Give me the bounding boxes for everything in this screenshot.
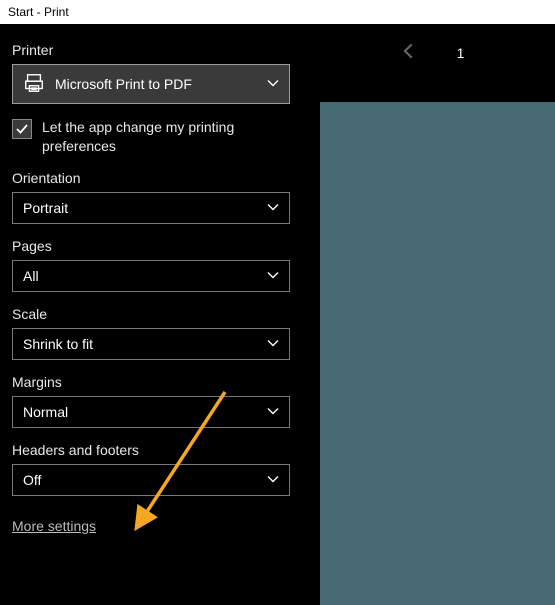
scale-selected-value: Shrink to fit (23, 336, 93, 352)
chevron-down-icon (267, 404, 279, 420)
margins-selected-value: Normal (23, 404, 68, 420)
print-preview (320, 102, 555, 605)
pages-label: Pages (12, 238, 298, 254)
printer-selected-value: Microsoft Print to PDF (55, 76, 192, 92)
app-change-prefs-label: Let the app change my printing preferenc… (42, 118, 290, 156)
printer-icon (23, 72, 45, 97)
prev-page-button[interactable] (401, 43, 417, 64)
scale-select[interactable]: Shrink to fit (12, 328, 290, 360)
orientation-selected-value: Portrait (23, 200, 68, 216)
pages-selected-value: All (23, 268, 39, 284)
chevron-down-icon (267, 200, 279, 216)
printer-label: Printer (12, 42, 298, 58)
chevron-down-icon (267, 472, 279, 488)
settings-panel: Printer Microsoft Print to PDF (0, 24, 310, 605)
headers-footers-selected-value: Off (23, 472, 41, 488)
more-settings-link[interactable]: More settings (12, 518, 96, 534)
margins-select[interactable]: Normal (12, 396, 290, 428)
chevron-down-icon (267, 268, 279, 284)
orientation-label: Orientation (12, 170, 298, 186)
window-title: Start - Print (8, 5, 69, 19)
chevron-down-icon (267, 336, 279, 352)
scale-label: Scale (12, 306, 298, 322)
margins-label: Margins (12, 374, 298, 390)
window-titlebar: Start - Print (0, 0, 555, 24)
chevron-down-icon (267, 76, 279, 92)
headers-footers-label: Headers and footers (12, 442, 298, 458)
orientation-select[interactable]: Portrait (12, 192, 290, 224)
app-change-prefs-checkbox[interactable] (12, 119, 32, 139)
pages-select[interactable]: All (12, 260, 290, 292)
page-number: 1 (457, 45, 465, 61)
preview-panel: 1 (310, 24, 555, 605)
printer-select[interactable]: Microsoft Print to PDF (12, 64, 290, 104)
check-icon (15, 122, 29, 136)
headers-footers-select[interactable]: Off (12, 464, 290, 496)
